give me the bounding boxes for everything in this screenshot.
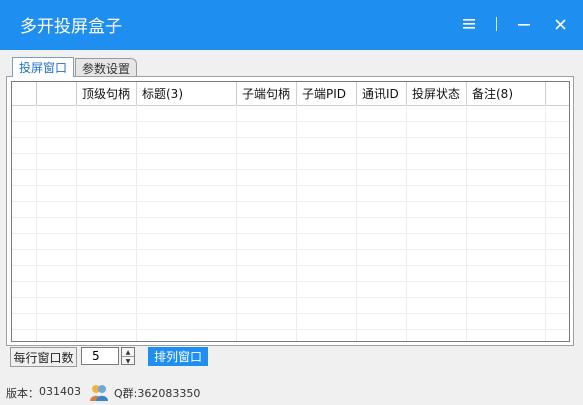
title-bar: 多开投屏盒子 [0, 0, 583, 50]
column-header-child-handle[interactable]: 子端句柄 [237, 82, 297, 105]
grid-row-line [12, 313, 569, 314]
grid-column-line [466, 105, 467, 341]
grid-row-line [12, 121, 569, 122]
arrange-windows-button[interactable]: 排列窗口 [148, 347, 208, 366]
grid-row-line [12, 201, 569, 202]
status-bar: 版本： 031403 Q群:362083350 [0, 379, 583, 405]
grid-row-line [12, 185, 569, 186]
grid-row-line [12, 329, 569, 330]
menu-icon[interactable] [460, 14, 478, 34]
tab-panel: 顶级句柄 标题(3) 子端句柄 子端PID 通讯ID 投屏状态 备注(8) [6, 76, 574, 346]
per-row-label: 每行窗口数 [10, 347, 77, 367]
qq-group-icon[interactable] [89, 382, 109, 402]
spin-down-icon[interactable]: ▼ [122, 357, 134, 365]
grid-column-line [136, 105, 137, 341]
grid-column-line [406, 105, 407, 341]
spin-up-icon[interactable]: ▲ [122, 348, 134, 357]
tab-strip: 投屏窗口 参数设置 [12, 57, 138, 77]
grid-row-line [12, 297, 569, 298]
grid-row-line [12, 249, 569, 250]
column-header-filler [546, 82, 569, 105]
grid-column-line [36, 105, 37, 341]
grid-row-line [12, 169, 569, 170]
grid-row-line [12, 281, 569, 282]
grid-row-line [12, 137, 569, 138]
grid-row-line [12, 233, 569, 234]
column-header-child-pid[interactable]: 子端PID [297, 82, 357, 105]
grid-column-line [296, 105, 297, 341]
title-separator [496, 17, 497, 31]
grid-column-line [236, 105, 237, 341]
window-controls [460, 14, 569, 34]
column-header-notes[interactable]: 备注(8) [467, 82, 546, 105]
grid-column-line [356, 105, 357, 341]
grid-row-line [12, 265, 569, 266]
version-label: 版本： [6, 387, 39, 400]
column-header-title[interactable]: 标题(3) [137, 82, 237, 105]
tab-screen-windows[interactable]: 投屏窗口 [12, 57, 75, 77]
grid-column-line [545, 105, 546, 341]
column-header-blank-1[interactable] [12, 82, 37, 105]
per-row-spinner[interactable]: ▲ ▼ [121, 347, 135, 365]
column-header-blank-2[interactable] [37, 82, 77, 105]
column-header-top-handle[interactable]: 顶级句柄 [77, 82, 137, 105]
per-row-input[interactable] [81, 347, 119, 365]
grid-row-line [12, 153, 569, 154]
grid-row-line [12, 217, 569, 218]
window-title: 多开投屏盒子 [20, 17, 122, 37]
grid-column-line [76, 105, 77, 341]
qq-group-label: Q群:362083350 [114, 387, 201, 400]
window-list-table[interactable]: 顶级句柄 标题(3) 子端句柄 子端PID 通讯ID 投屏状态 备注(8) [11, 81, 570, 342]
column-header-cast-status[interactable]: 投屏状态 [407, 82, 467, 105]
bottom-controls: 每行窗口数 ▲ ▼ 排列窗口 [0, 345, 583, 369]
tab-parameter-settings[interactable]: 参数设置 [75, 58, 138, 77]
table-header: 顶级句柄 标题(3) 子端句柄 子端PID 通讯ID 投屏状态 备注(8) [12, 82, 569, 106]
version-value: 031403 [39, 385, 81, 398]
close-icon[interactable] [551, 14, 569, 34]
minimize-icon[interactable] [515, 14, 533, 34]
column-header-comm-id[interactable]: 通讯ID [357, 82, 407, 105]
